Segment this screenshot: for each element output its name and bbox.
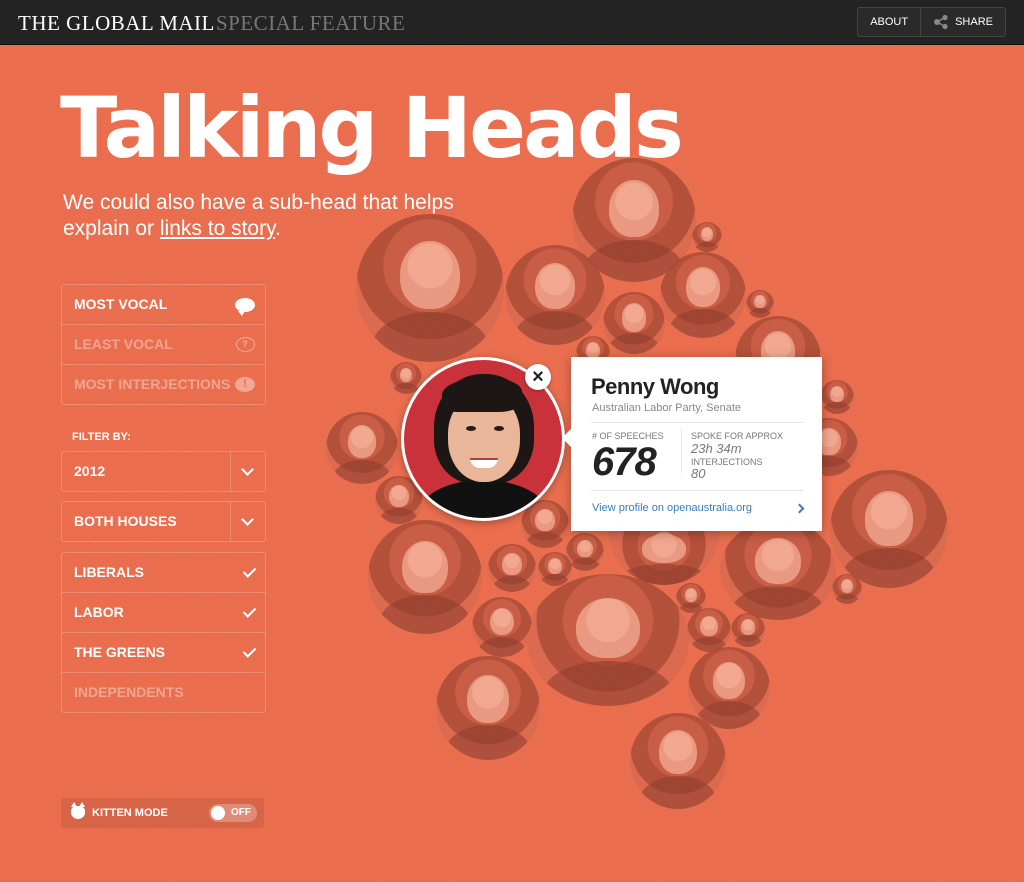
profile-card: Penny Wong Australian Labor Party, Senat… bbox=[562, 357, 822, 531]
sort-most-vocal[interactable]: MOST VOCAL bbox=[62, 285, 265, 324]
about-button[interactable]: ABOUT bbox=[858, 8, 920, 36]
party-filter: LIBERALS LABOR THE GREENS INDEPENDENTS bbox=[61, 552, 266, 713]
mp-bubble[interactable] bbox=[488, 544, 536, 592]
mp-bubble[interactable] bbox=[436, 656, 540, 760]
sort-most-interjections[interactable]: MOST INTERJECTIONS ! bbox=[62, 364, 265, 404]
check-icon bbox=[242, 604, 257, 618]
top-actions: ABOUT SHARE bbox=[857, 7, 1006, 37]
sort-most-vocal-label: MOST VOCAL bbox=[74, 296, 168, 312]
chevron-down-icon bbox=[241, 463, 254, 476]
mp-bubble[interactable] bbox=[660, 252, 746, 338]
party-labor-label: LABOR bbox=[74, 604, 124, 620]
year-value: 2012 bbox=[74, 463, 106, 479]
toggle-state: OFF bbox=[231, 807, 251, 818]
sort-most-interjections-label: MOST INTERJECTIONS bbox=[74, 376, 231, 392]
party-labor[interactable]: LABOR bbox=[62, 592, 265, 632]
mp-bubble[interactable] bbox=[832, 574, 862, 604]
kitten-mode: KITTEN MODE OFF bbox=[61, 798, 264, 828]
profile-link[interactable]: View profile on openaustralia.org bbox=[592, 502, 752, 514]
top-bar: THE GLOBAL MAIL SPECIAL FEATURE ABOUT SH… bbox=[0, 0, 1024, 45]
mp-bubble[interactable] bbox=[687, 608, 731, 652]
mp-bubble[interactable] bbox=[688, 647, 770, 729]
speech-bubble-icon bbox=[235, 297, 255, 316]
mp-bubble[interactable] bbox=[538, 552, 572, 586]
party-greens[interactable]: THE GREENS bbox=[62, 632, 265, 672]
chevron-down-icon bbox=[241, 513, 254, 526]
mp-bubble[interactable] bbox=[505, 245, 605, 345]
speeches-count: 678 bbox=[592, 440, 657, 484]
filter-label: FILTER BY: bbox=[72, 431, 131, 443]
party-independents-label: INDEPENDENTS bbox=[74, 684, 184, 700]
brand-logo[interactable]: THE GLOBAL MAIL bbox=[18, 11, 215, 36]
profile-name: Penny Wong bbox=[591, 374, 719, 399]
divider bbox=[681, 429, 682, 473]
share-label: SHARE bbox=[955, 16, 993, 28]
mp-bubble[interactable] bbox=[603, 292, 665, 354]
mp-bubble[interactable] bbox=[692, 222, 722, 252]
mp-bubble[interactable] bbox=[830, 470, 948, 588]
mp-bubble[interactable] bbox=[527, 574, 689, 706]
toggle-knob bbox=[211, 806, 225, 820]
kitten-mode-label: KITTEN MODE bbox=[92, 807, 168, 819]
year-select[interactable]: 2012 bbox=[61, 451, 266, 492]
story-link[interactable]: links to story bbox=[160, 217, 275, 240]
cat-icon bbox=[71, 802, 85, 819]
profile-party: Australian Labor Party, Senate bbox=[592, 402, 741, 414]
close-icon[interactable]: × bbox=[525, 364, 551, 390]
subhead: We could also have a sub-head that helps… bbox=[63, 190, 463, 242]
spoke-value: 23h 34m bbox=[691, 441, 742, 456]
about-label: ABOUT bbox=[870, 16, 909, 28]
exclamation-bubble-icon: ! bbox=[235, 377, 255, 392]
mp-bubble[interactable] bbox=[368, 520, 482, 634]
party-independents[interactable]: INDEPENDENTS bbox=[62, 672, 265, 712]
mp-bubble[interactable] bbox=[746, 290, 774, 318]
question-bubble-icon: ? bbox=[235, 337, 255, 352]
mp-bubble[interactable] bbox=[731, 613, 765, 647]
check-icon bbox=[242, 644, 257, 658]
mp-bubble[interactable] bbox=[720, 520, 836, 620]
mp-bubble[interactable] bbox=[820, 380, 854, 414]
share-icon bbox=[934, 14, 948, 30]
spoke-label: SPOKE FOR APPROX bbox=[691, 431, 784, 441]
sort-least-vocal[interactable]: LEAST VOCAL ? bbox=[62, 324, 265, 364]
sort-menu: MOST VOCAL LEAST VOCAL ? MOST INTERJECTI… bbox=[61, 284, 266, 405]
mp-bubble[interactable] bbox=[326, 412, 398, 484]
house-select[interactable]: BOTH HOUSES bbox=[61, 501, 266, 542]
page-title: Talking Heads bbox=[60, 79, 684, 177]
party-greens-label: THE GREENS bbox=[74, 644, 166, 660]
mp-bubble[interactable] bbox=[630, 713, 726, 809]
interjections-value: 80 bbox=[691, 466, 706, 481]
feature-label: SPECIAL FEATURE bbox=[216, 11, 406, 35]
house-value: BOTH HOUSES bbox=[74, 513, 177, 529]
kitten-mode-toggle[interactable]: OFF bbox=[209, 804, 257, 822]
sort-least-vocal-label: LEAST VOCAL bbox=[74, 336, 173, 352]
share-button[interactable]: SHARE bbox=[920, 8, 1005, 36]
subhead-end: . bbox=[275, 217, 281, 240]
party-liberals-label: LIBERALS bbox=[74, 564, 144, 580]
divider bbox=[591, 490, 803, 491]
divider bbox=[591, 422, 803, 423]
check-icon bbox=[242, 564, 257, 578]
mp-bubble[interactable] bbox=[472, 597, 532, 657]
party-liberals[interactable]: LIBERALS bbox=[62, 553, 265, 592]
chevron-right-icon[interactable] bbox=[794, 503, 805, 514]
